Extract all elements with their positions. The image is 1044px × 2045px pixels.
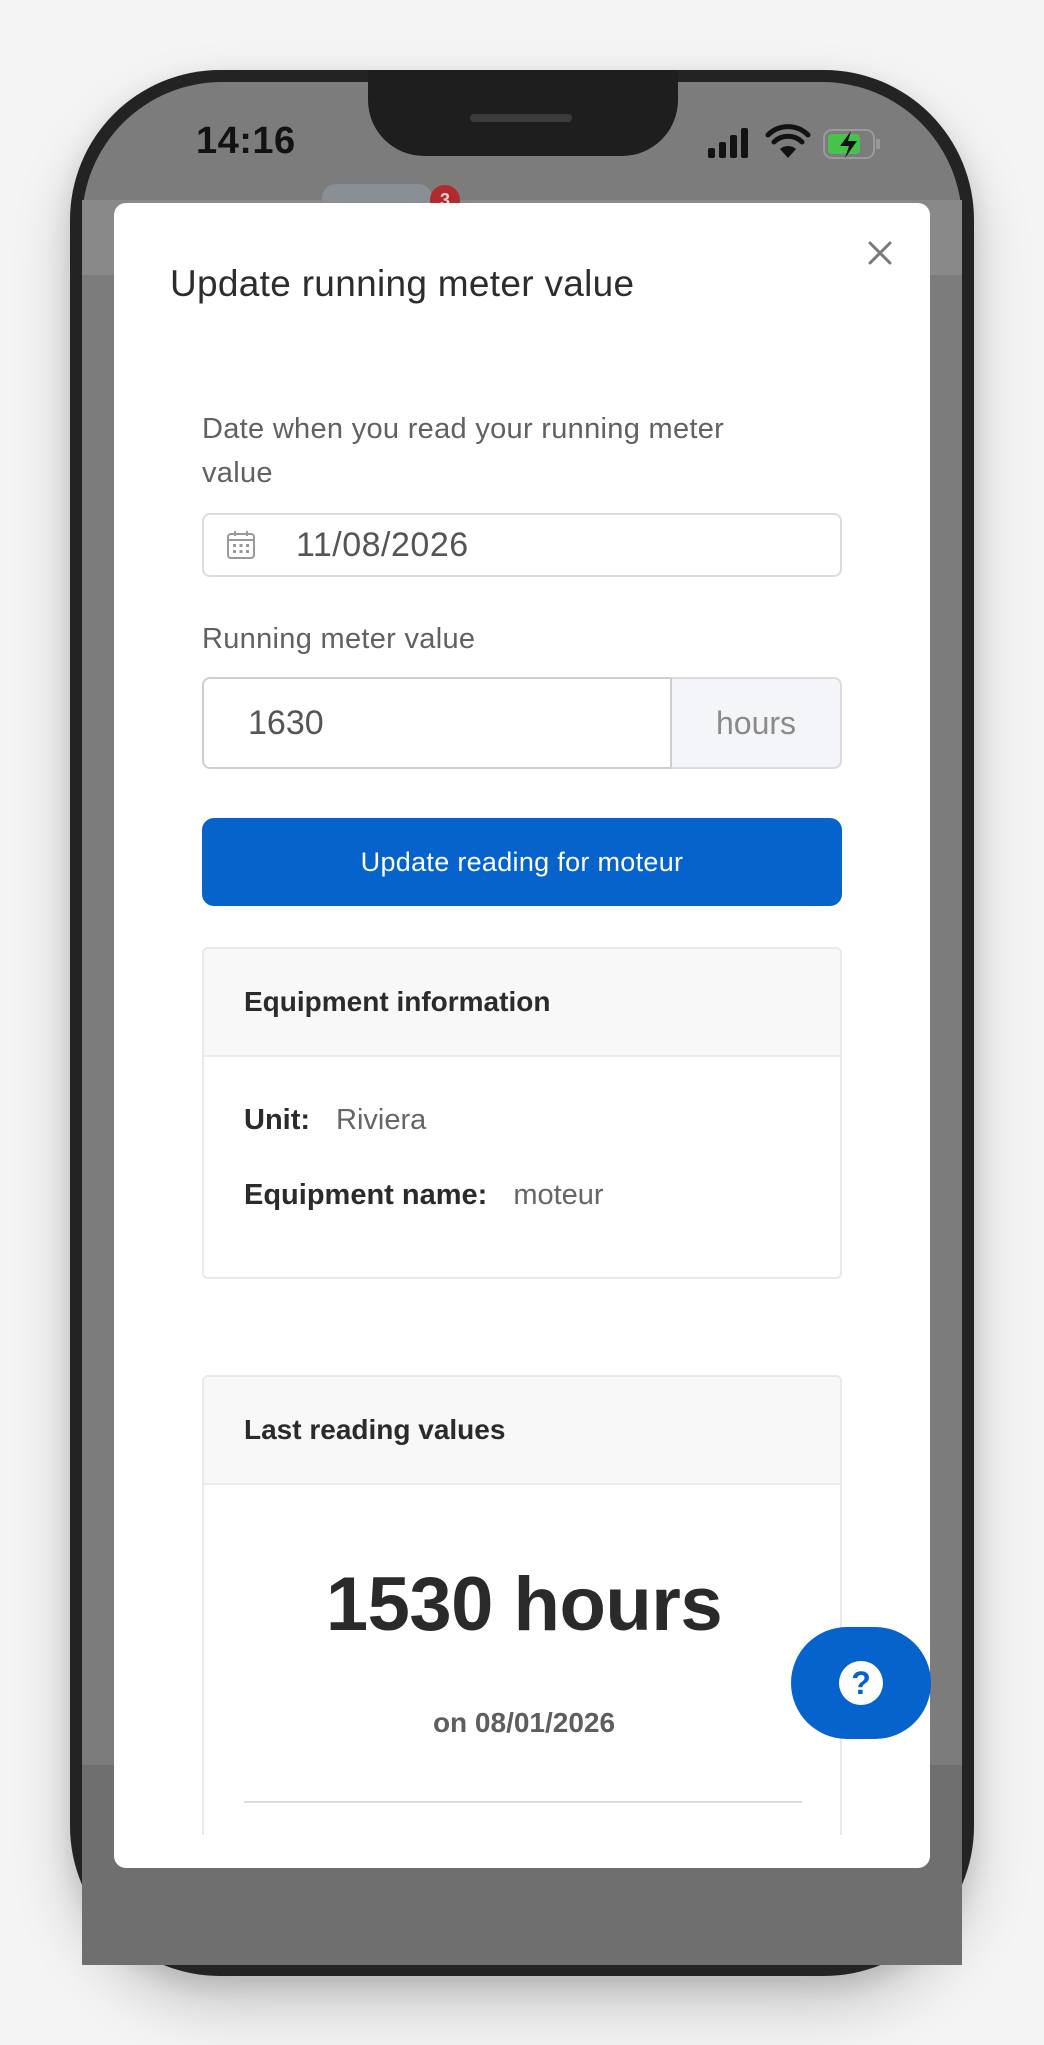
last-reading-date: on 08/01/2026 [432, 1707, 616, 1738]
equipment-name-row: Equipment name: moteur [244, 1179, 604, 1212]
close-icon [868, 241, 892, 265]
update-meter-modal: Update running meter value Date when you… [114, 203, 930, 1868]
battery-icon [823, 129, 880, 159]
last-reading-value: 1530 hours [325, 1562, 723, 1647]
date-label: Date when you read your running meter va… [202, 413, 725, 489]
meter-input-group: 1630 hours [202, 677, 842, 769]
card-divider [244, 1801, 802, 1803]
equipment-name-value: moteur [513, 1179, 604, 1211]
calendar-icon [227, 531, 255, 559]
status-icons [708, 124, 888, 164]
equipment-name-label: Equipment name: [244, 1179, 488, 1211]
date-value: 11/08/2026 [296, 525, 469, 564]
update-reading-button[interactable]: Update reading for moteur [202, 818, 842, 906]
unit-label: Unit: [244, 1104, 311, 1136]
close-button[interactable] [860, 233, 900, 273]
help-button[interactable]: ? [791, 1627, 931, 1739]
wifi-icon [765, 124, 811, 158]
date-field[interactable]: 11/08/2026 [202, 513, 842, 577]
last-reading-title: Last reading values [204, 1377, 840, 1485]
status-time: 14:16 [196, 120, 296, 162]
unit-value: Riviera [336, 1104, 427, 1136]
phone-notch [368, 70, 678, 156]
signal-icon [708, 128, 748, 158]
unit-row: Unit: Riviera [244, 1104, 426, 1137]
modal-title: Update running meter value [170, 263, 635, 304]
equipment-info-card: Equipment information Unit: Riviera Equi… [202, 947, 842, 1279]
question-icon: ? [839, 1661, 883, 1705]
equipment-info-title: Equipment information [204, 949, 840, 1057]
last-reading-card: Last reading values 1530 hours on 08/01/… [202, 1375, 842, 1835]
phone-speaker [470, 114, 572, 122]
meter-value-input[interactable]: 1630 [202, 677, 672, 769]
meter-label: Running meter value [202, 623, 476, 655]
meter-unit-addon: hours [672, 677, 842, 769]
